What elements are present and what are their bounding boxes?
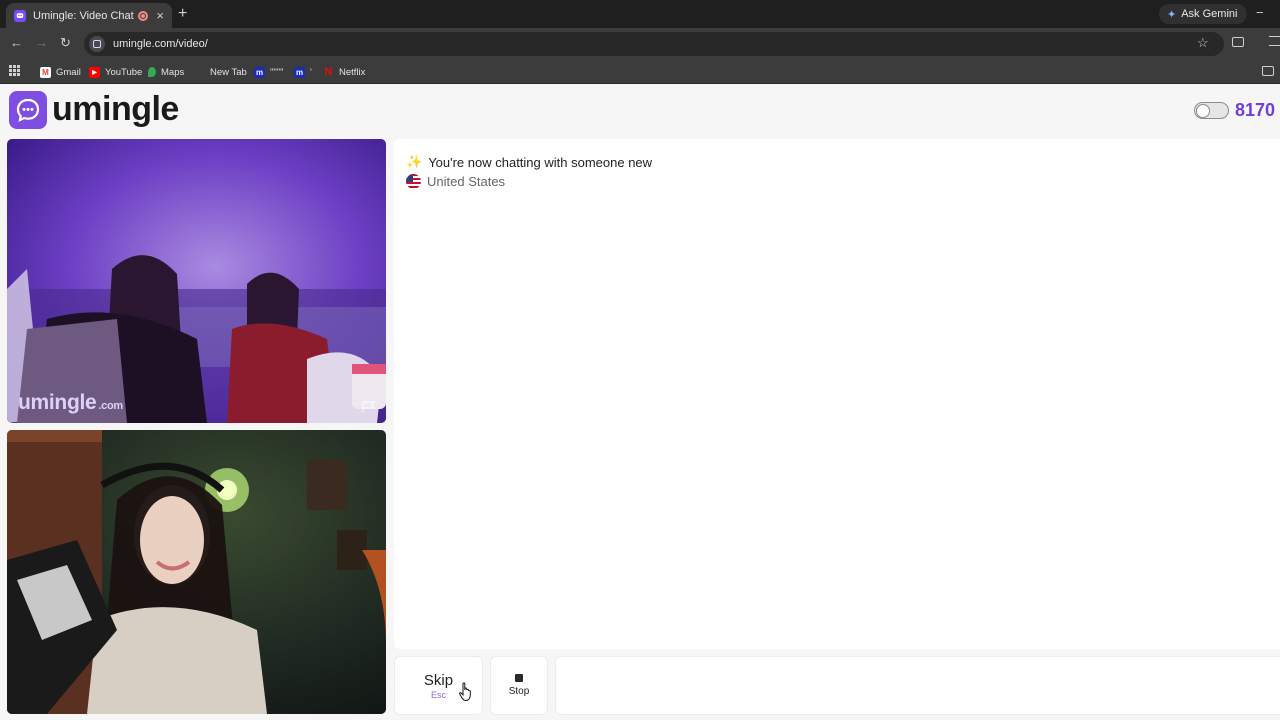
m-icon: m [294,66,305,78]
chat-panel: ✨ You're now chatting with someone new U… [394,139,1280,649]
theme-toggle[interactable] [1194,102,1229,119]
recording-indicator-icon [138,10,149,21]
extensions-icon[interactable] [1232,37,1244,47]
umingle-favicon-icon [14,9,26,22]
reload-button[interactable]: ↻ [60,35,71,51]
online-users-count: 8170 [1235,100,1276,120]
browser-toolbar: ← → ↻ umingle.com/video/ ☆ [0,28,1280,60]
bookmark-youtube[interactable]: ▶ YouTube [89,64,142,80]
watermark-suffix: .com [98,400,123,412]
stranger-video-frame [7,139,386,423]
bookmark-netflix[interactable]: N Netflix [323,64,366,80]
hand-pointer-cursor-icon [459,682,471,702]
self-video-frame [7,430,386,714]
chat-connected-notice: ✨ You're now chatting with someone new [406,154,652,170]
chat-notice-text: You're now chatting with someone new [428,154,653,170]
tab-close-icon[interactable]: × [156,8,164,23]
stop-label: Stop [508,686,530,697]
us-flag-icon [406,174,421,189]
ask-gemini-label: Ask Gemini [1181,8,1238,20]
logo-text: umingle [52,90,179,128]
gemini-sparkle-icon: ✦ [1167,8,1177,21]
message-input[interactable] [555,656,1280,715]
back-button[interactable]: ← [10,35,23,50]
bookmark-label: YouTube [105,66,143,78]
browser-menu-icon[interactable] [1269,36,1280,46]
stranger-country-text: United States [427,174,506,189]
bookmarks-bar: M Gmail ▶ YouTube Maps New Tab m """" m … [0,60,1280,84]
m-icon: m [254,66,265,78]
gmail-icon: M [40,66,51,78]
site-info-icon[interactable] [89,36,105,52]
chat-bubble-logo-icon [9,90,47,129]
stranger-country: United States [406,174,505,189]
stop-square-icon [515,674,523,682]
netflix-icon: N [324,66,333,78]
bookmark-label: ' [310,66,312,78]
address-bar[interactable]: umingle.com/video/ [84,32,1224,56]
browser-tab-strip: Umingle: Video Chat with S × + ✦ Ask Gem… [0,0,1280,28]
bookmark-m-2[interactable]: m ' [294,64,312,80]
bookmark-maps[interactable]: Maps [148,64,184,80]
all-bookmarks-folder-icon[interactable] [1262,66,1274,76]
sparkles-icon: ✨ [406,154,423,169]
umingle-watermark: umingle .com [18,391,123,415]
new-tab-button[interactable]: + [178,5,187,23]
ask-gemini-button[interactable]: ✦ Ask Gemini [1159,4,1248,24]
forward-button[interactable]: → [35,35,48,50]
bookmark-label: Gmail [56,66,81,78]
bookmark-new-tab[interactable]: New Tab [210,64,247,80]
site-logo[interactable]: umingle [9,90,179,129]
self-video [7,430,386,714]
bookmark-label: New Tab [210,66,247,78]
stop-button[interactable]: Stop [490,656,548,715]
bookmark-m-1[interactable]: m """" [254,64,284,80]
apps-grid-icon[interactable] [9,65,20,76]
skip-shortcut-hint: Esc [430,689,446,700]
report-flag-icon[interactable] [362,401,376,413]
maps-icon [148,67,156,77]
bookmark-label: Netflix [339,66,366,78]
bookmark-star-icon[interactable]: ☆ [1197,35,1209,51]
bookmark-label: Maps [161,66,185,78]
bookmark-label: """" [270,66,284,78]
youtube-icon: ▶ [89,66,100,78]
stranger-video: umingle .com [7,139,386,423]
umingle-page: umingle 8170 umingle .com ✨ You're now c… [0,85,1280,720]
url-text: umingle.com/video/ [113,38,208,50]
tab-title: Umingle: Video Chat with S [33,9,134,22]
browser-tab-umingle[interactable]: Umingle: Video Chat with S × [6,3,172,28]
window-minimize-button[interactable]: − [1256,5,1264,20]
skip-label: Skip [423,671,454,689]
watermark-brand: umingle [18,391,97,414]
bookmark-gmail[interactable]: M Gmail [40,64,81,80]
